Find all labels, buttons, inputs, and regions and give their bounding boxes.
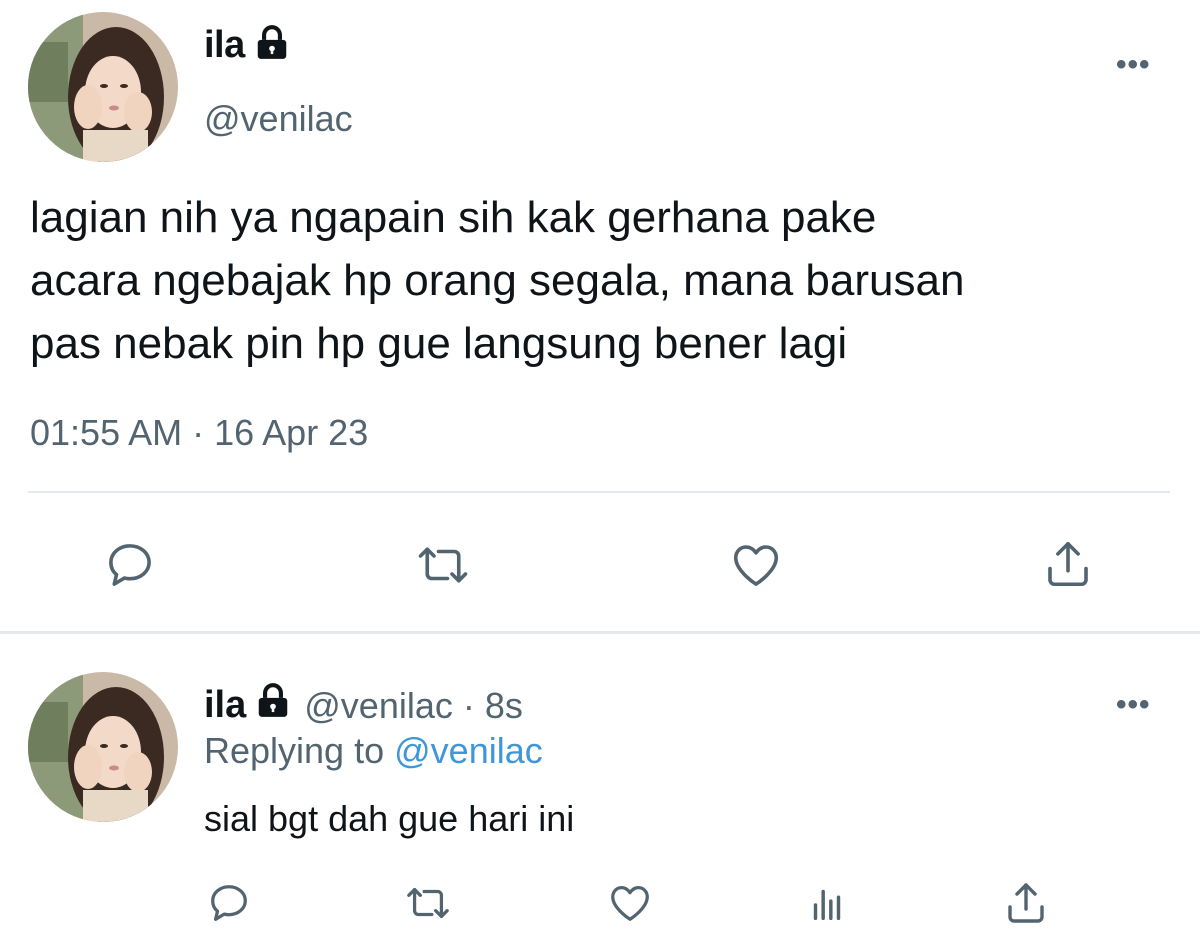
lock-icon [254,682,292,729]
reply-display-name[interactable]: ila [204,684,246,727]
tweet-text-line: lagian nih ya ngapain sih kak gerhana pa… [30,193,877,242]
reply-text: sial bgt dah gue hari ini [204,798,575,839]
share-icon[interactable] [1038,533,1098,595]
reply-more-options-icon[interactable]: ••• [1116,690,1151,720]
display-name[interactable]: ila [204,24,245,67]
replying-to-handle[interactable]: @venilac [394,730,543,771]
author-handle[interactable]: @venilac [204,98,353,140]
like-icon[interactable] [604,878,656,928]
avatar[interactable] [28,12,178,162]
tweet-timestamp[interactable]: 01:55 AM · 16 Apr 23 [30,412,368,454]
share-icon[interactable] [1000,876,1052,930]
tweet-text: lagian nih ya ngapain sih kak gerhana pa… [30,186,1190,375]
reply-age[interactable]: 8s [485,685,523,727]
replying-to: Replying to @venilac [204,730,543,772]
divider [28,491,1170,493]
retweet-icon[interactable] [410,535,476,595]
divider [0,631,1200,634]
author-name-row[interactable]: ila [204,24,291,67]
avatar-image [28,672,178,822]
analytics-icon[interactable] [802,878,852,928]
reply-avatar[interactable] [28,672,178,822]
tweet-text-line: pas nebak pin hp gue langsung bener lagi [30,319,848,368]
reply-icon[interactable] [100,535,160,595]
like-icon[interactable] [724,535,788,595]
reply-icon[interactable] [204,878,254,928]
reply-handle[interactable]: @venilac [304,685,453,727]
separator-dot: · [462,684,475,726]
tweet-text-line: acara ngebajak hp orang segala, mana bar… [30,256,965,305]
avatar-image [28,12,178,162]
lock-icon [253,24,291,67]
reply-header: ila @venilac · 8s [204,682,523,729]
more-options-icon[interactable]: ••• [1116,50,1151,80]
retweet-icon[interactable] [400,878,456,928]
replying-to-label: Replying to [204,730,385,771]
